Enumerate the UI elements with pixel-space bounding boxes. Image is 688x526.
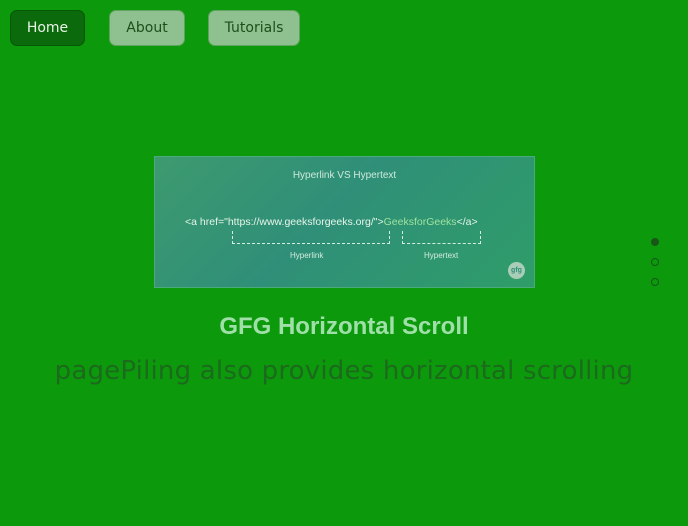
nav-about-button[interactable]: About <box>109 10 185 46</box>
section-heading: GFG Horizontal Scroll <box>219 313 469 340</box>
hyperlink-vs-hypertext-image: Hyperlink VS Hypertext <a href="https://… <box>154 156 535 288</box>
code-close-tag: </a> <box>456 216 478 228</box>
code-open-tag: <a href="https://www.geeksforgeeks.org/"… <box>185 216 384 228</box>
nav-home-button[interactable]: Home <box>10 10 85 46</box>
gfg-logo-icon: gfg <box>508 262 525 279</box>
hypertext-label: Hypertext <box>424 251 459 260</box>
section-dot-nav <box>651 238 661 298</box>
nav-tutorials-button[interactable]: Tutorials <box>208 10 300 46</box>
section-dot-2[interactable] <box>651 258 659 266</box>
section-subheading: pagePiling also provides horizontal scro… <box>54 356 634 386</box>
code-link-text: GeeksforGeeks <box>383 216 457 228</box>
hypertext-bracket <box>402 231 481 244</box>
code-sample: <a href="https://www.geeksforgeeks.org/"… <box>185 216 478 228</box>
card-title: Hyperlink VS Hypertext <box>292 170 397 181</box>
section-dot-1[interactable] <box>651 238 659 246</box>
hyperlink-bracket <box>232 231 390 244</box>
hyperlink-label: Hyperlink <box>290 251 324 260</box>
section-dot-3[interactable] <box>651 278 659 286</box>
